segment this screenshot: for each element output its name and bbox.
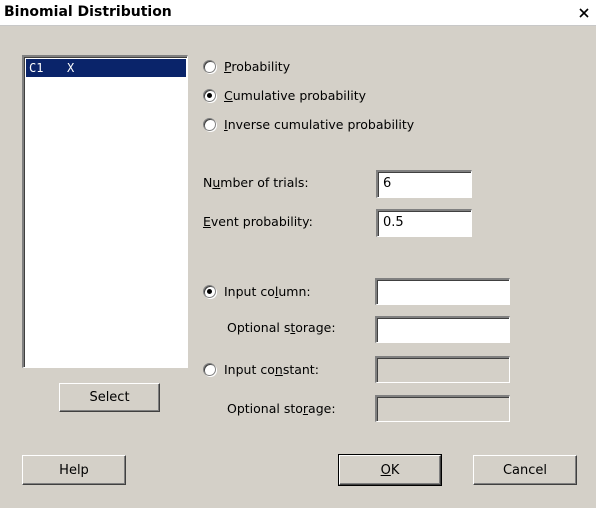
close-button[interactable] [576, 4, 592, 21]
radio-probability-circle[interactable] [203, 59, 216, 73]
select-button-label: Select [89, 390, 130, 405]
input-constant-field[interactable] [375, 356, 510, 383]
radio-input-column-label: Input column: [224, 283, 311, 299]
ok-button[interactable]: OK [338, 454, 442, 486]
window-title: Binomial Distribution [4, 4, 172, 20]
radio-input-constant-circle[interactable] [203, 362, 216, 376]
close-icon [579, 7, 589, 18]
radio-cumulative-probability[interactable]: Cumulative probability [203, 85, 366, 105]
help-button-label: Help [59, 462, 89, 478]
radio-inverse-label: Inverse cumulative probability [224, 116, 415, 132]
radio-probability[interactable]: Probability [203, 56, 290, 76]
optional-storage-label-1: Optional storage: [227, 320, 336, 335]
variable-list[interactable]: C1 X [22, 55, 188, 368]
optional-storage-field-1[interactable] [375, 316, 510, 343]
radio-cumulative-label: Cumulative probability [224, 87, 367, 103]
column-name: X [67, 61, 75, 75]
list-item[interactable]: C1 X [26, 59, 186, 77]
cancel-button-label: Cancel [502, 462, 548, 478]
select-button[interactable]: Select [59, 383, 160, 412]
radio-cumulative-circle[interactable] [203, 88, 216, 102]
event-probability-label: Event probability: [203, 214, 313, 229]
radio-inverse-cumulative[interactable]: Inverse cumulative probability [203, 114, 414, 134]
radio-input-column-circle[interactable] [203, 284, 216, 298]
radio-input-constant[interactable]: Input constant: [203, 359, 319, 379]
column-id: C1 [29, 61, 44, 75]
help-button[interactable]: Help [22, 455, 126, 485]
optional-storage-field-2[interactable] [375, 395, 510, 422]
number-of-trials-field[interactable]: 6 [376, 170, 472, 198]
event-probability-field[interactable]: 0.5 [376, 209, 472, 237]
radio-input-constant-label: Input constant: [224, 361, 319, 377]
title-bar: Binomial Distribution [0, 0, 596, 26]
number-of-trials-label: Number of trials: [203, 175, 309, 190]
input-column-field[interactable] [375, 278, 510, 305]
cancel-button[interactable]: Cancel [473, 455, 577, 485]
radio-inverse-circle[interactable] [203, 117, 216, 131]
radio-input-column[interactable]: Input column: [203, 281, 311, 301]
optional-storage-label-2: Optional storage: [227, 401, 336, 416]
radio-probability-label: Probability [224, 58, 291, 74]
ok-button-label: OK [380, 462, 400, 478]
